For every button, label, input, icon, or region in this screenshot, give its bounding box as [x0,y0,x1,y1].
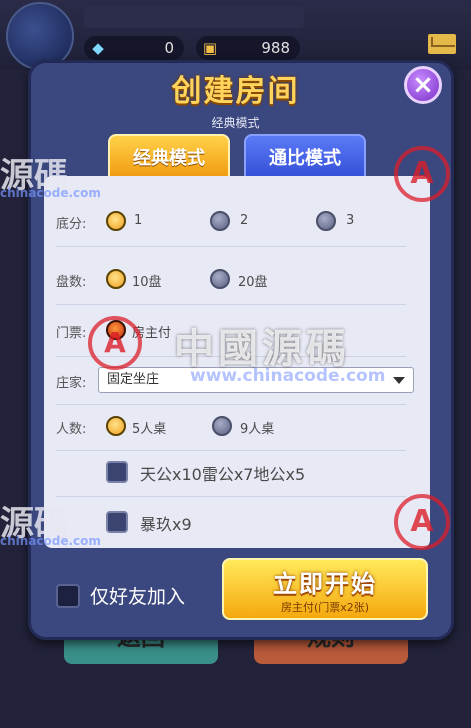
dialog-title: 创建房间 [171,74,300,109]
base-score-radio-1[interactable] [106,211,126,231]
close-icon[interactable]: × [404,66,442,104]
friends-only-checkbox[interactable] [56,584,80,608]
divider [56,246,406,247]
tab-classic-mode[interactable]: 经典模式 [108,134,230,180]
base-score-radio-2[interactable] [210,211,230,231]
players-radio-5[interactable] [106,416,126,436]
mail-icon[interactable] [428,34,456,54]
card-counter[interactable]: ▣ 988 [196,36,300,60]
diamond-icon: ◆ [92,39,104,57]
divider [56,404,406,405]
rounds-label: 盘数: [56,275,87,290]
watermark-logo: A [394,146,450,202]
players-label: 人数: [56,422,87,437]
base-score-option-3: 3 [346,213,355,228]
players-option-5: 5人桌 [132,422,167,437]
special-hands-label: 天公x10雷公x7地公x5 [140,465,306,484]
card-count: 988 [261,39,290,57]
watermark-logo: A [88,316,142,370]
watermark-side-url: chinacode.com [0,186,101,200]
watermark-url: www.chinacode.com [190,366,386,386]
base-score-label: 底分: [56,217,87,232]
rounds-option-10: 10盘 [132,275,162,290]
banker-label: 庄家: [56,376,87,391]
start-button-sublabel: 房主付(门票x2张) [280,601,370,614]
tab-compare-mode[interactable]: 通比模式 [244,134,366,180]
ticket-label: 门票: [56,326,87,341]
bao-jiu-checkbox[interactable] [106,511,128,533]
divider [56,450,406,451]
rounds-option-20: 20盘 [238,275,268,290]
friends-only-label: 仅好友加入 [90,586,186,608]
divider [56,304,406,305]
players-radio-9[interactable] [212,416,232,436]
chevron-down-icon [393,377,405,384]
rounds-radio-20[interactable] [210,269,230,289]
base-score-option-2: 2 [240,213,249,228]
bao-jiu-label: 暴玖x9 [140,515,192,534]
watermark-side-url: chinacode.com [0,534,101,548]
start-button-label: 立即开始 [273,570,377,598]
rounds-radio-10[interactable] [106,269,126,289]
player-name-bar [84,6,304,28]
ticket-icon: ▣ [202,39,218,57]
special-hands-checkbox[interactable] [106,461,128,483]
watermark-logo: A [394,494,450,550]
divider [56,496,406,497]
players-option-9: 9人桌 [240,422,275,437]
start-button[interactable]: 立即开始 房主付(门票x2张) [222,558,428,620]
mode-subtitle: 经典模式 [211,116,260,130]
diamond-count: 0 [164,39,174,57]
diamond-counter[interactable]: ◆ 0 [84,36,184,60]
base-score-radio-3[interactable] [316,211,336,231]
banker-value: 固定坐庄 [107,372,160,387]
base-score-option-1: 1 [134,213,143,228]
